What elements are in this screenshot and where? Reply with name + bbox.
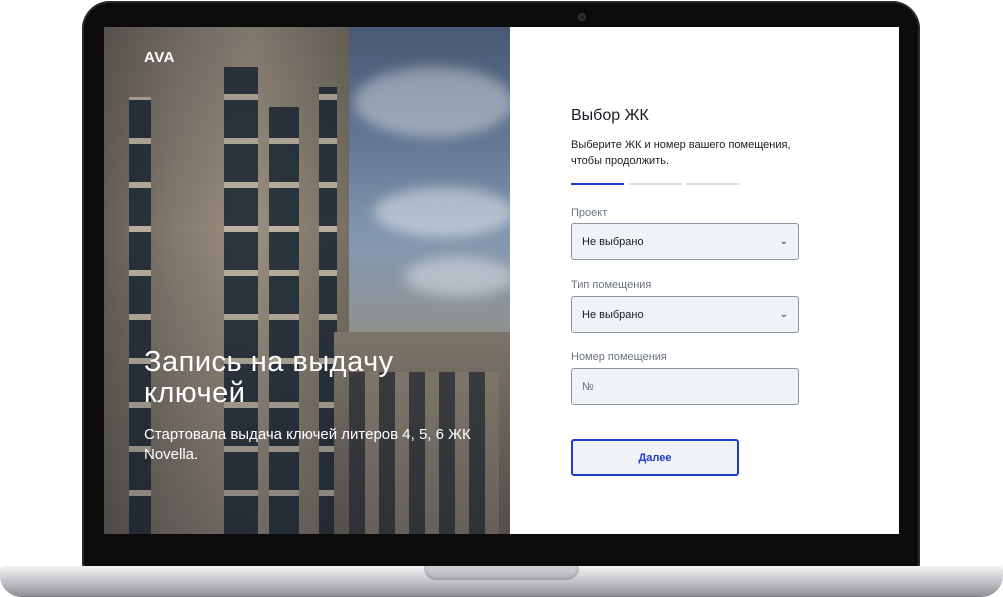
next-button[interactable]: Далее: [571, 439, 739, 476]
hero-title: Запись на выдачу ключей: [144, 346, 394, 409]
room-type-select-value: Не выбрано: [582, 308, 644, 321]
step-indicator-1: [571, 183, 624, 185]
laptop-base-notch: [424, 566, 579, 580]
screen: AVA Запись на выдачу ключей Стартовала в…: [104, 27, 899, 534]
hero-subtitle: Стартовала выдача ключей литеров 4, 5, 6…: [144, 426, 471, 463]
step-indicator-3: [686, 183, 739, 185]
camera-icon: [578, 13, 586, 21]
room-type-select[interactable]: Не выбрано ⌄: [571, 296, 799, 333]
step-progress: [571, 183, 741, 185]
room-number-label: Номер помещения: [571, 351, 667, 363]
chevron-down-icon: ⌄: [779, 309, 788, 320]
project-label: Проект: [571, 207, 608, 219]
form-title: Выбор ЖК: [571, 107, 649, 124]
room-number-input[interactable]: [571, 368, 799, 405]
step-indicator-2: [629, 183, 682, 185]
form-description: Выберите ЖК и номер вашего помещения, чт…: [571, 139, 791, 167]
room-type-label: Тип помещения: [571, 279, 652, 291]
complex-selection-form: Выбор ЖК Выберите ЖК и номер вашего поме…: [571, 27, 871, 534]
project-select-value: Не выбрано: [582, 235, 644, 248]
ava-logo: AVA: [144, 49, 175, 66]
chevron-down-icon: ⌄: [779, 236, 788, 247]
project-select[interactable]: Не выбрано ⌄: [571, 223, 799, 260]
hero-panel: AVA Запись на выдачу ключей Стартовала в…: [104, 27, 510, 534]
